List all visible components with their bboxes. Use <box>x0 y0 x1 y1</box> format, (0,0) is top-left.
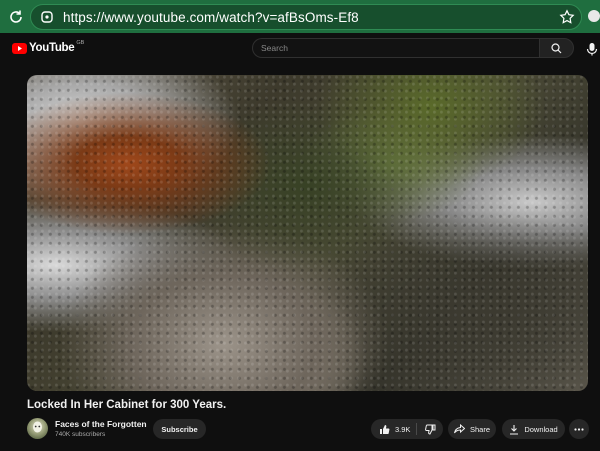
search-input[interactable] <box>252 38 539 58</box>
like-button[interactable]: 3.9K <box>371 423 417 435</box>
subscribe-button[interactable]: Subscribe <box>153 419 206 439</box>
more-icon <box>574 427 584 431</box>
share-icon <box>453 424 465 434</box>
reload-icon[interactable] <box>5 6 27 28</box>
like-dislike-group: 3.9K <box>371 419 443 439</box>
more-actions-button[interactable] <box>569 419 589 439</box>
download-button[interactable]: Download <box>502 419 565 439</box>
dislike-icon <box>424 424 435 435</box>
youtube-logo[interactable]: YouTube GB <box>12 40 85 54</box>
youtube-play-icon <box>12 42 27 54</box>
subscriber-count: 740K subscribers <box>55 431 106 438</box>
logo-wordmark: YouTube <box>29 42 75 54</box>
youtube-header: YouTube GB <box>0 33 600 73</box>
share-label: Share <box>469 424 490 434</box>
url-text: https://www.youtube.com/watch?v=afBsOms-… <box>63 9 359 25</box>
dislike-button[interactable] <box>417 424 443 435</box>
channel-name[interactable]: Faces of the Forgotten <box>55 419 147 429</box>
mic-icon[interactable] <box>586 42 598 56</box>
search-icon <box>551 42 562 53</box>
download-label: Download <box>524 424 558 434</box>
site-info-icon[interactable] <box>39 9 55 25</box>
url-field[interactable]: https://www.youtube.com/watch?v=afBsOms-… <box>30 4 582 30</box>
browser-address-bar: https://www.youtube.com/watch?v=afBsOms-… <box>0 0 600 33</box>
share-button[interactable]: Share <box>448 419 496 439</box>
channel-avatar[interactable] <box>27 418 48 439</box>
region-code: GB <box>76 40 85 46</box>
video-player[interactable] <box>27 75 588 391</box>
like-icon <box>380 424 390 434</box>
video-title: Locked In Her Cabinet for 300 Years. <box>27 399 227 411</box>
video-frame <box>27 75 588 391</box>
download-icon <box>510 424 519 435</box>
extension-icon[interactable] <box>587 9 600 23</box>
search-bar <box>252 38 574 58</box>
bookmark-star-icon[interactable] <box>559 9 575 25</box>
search-button[interactable] <box>539 38 574 58</box>
like-count: 3.9K <box>395 424 411 434</box>
